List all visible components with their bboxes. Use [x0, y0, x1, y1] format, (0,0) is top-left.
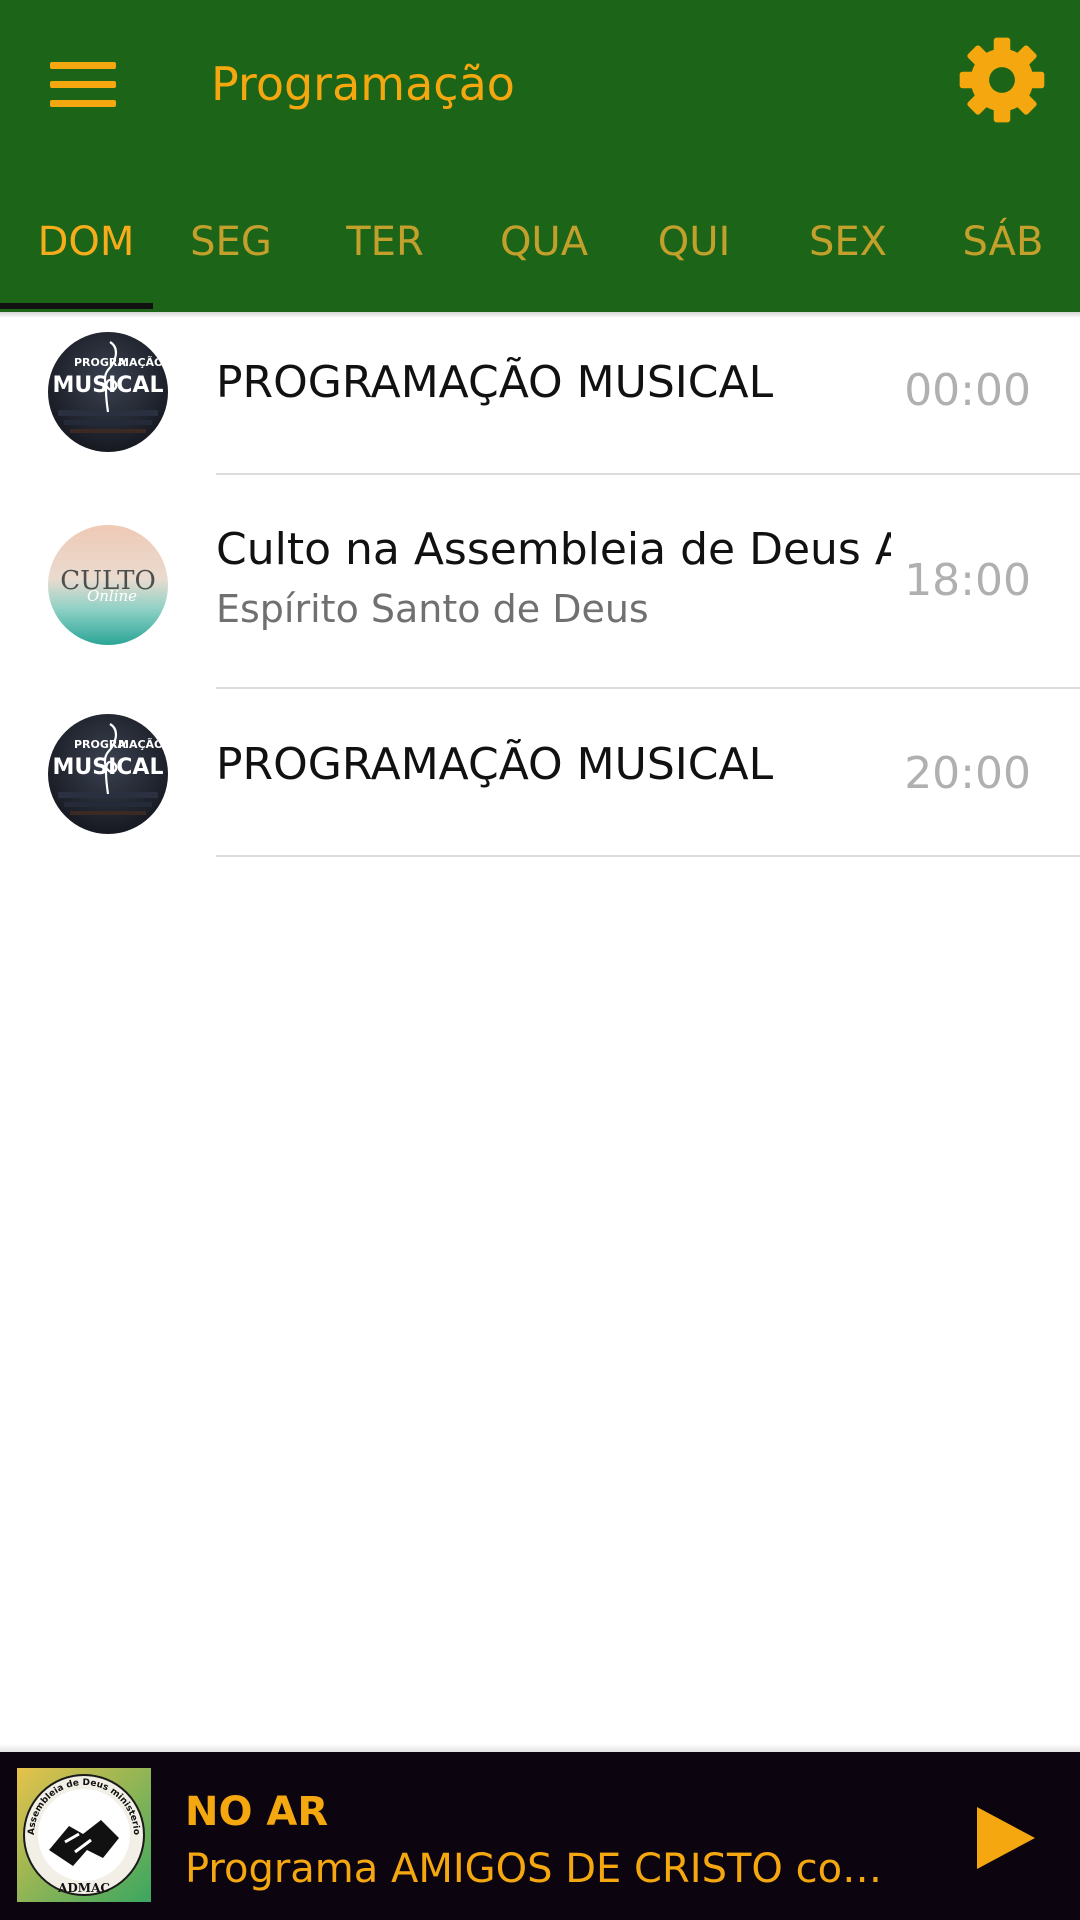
- program-thumbnail: PROGRA MAÇÃO MUSICAL: [48, 714, 168, 834]
- schedule-item[interactable]: CULTO Online Culto na Assembleia de Deus…: [0, 476, 1080, 690]
- on-air-label: NO AR: [185, 1789, 329, 1835]
- tab-qua[interactable]: QUA: [482, 204, 606, 312]
- tab-sex[interactable]: SEX: [786, 204, 910, 312]
- app-bar: Programação DOM SEG TER QUA QUI SEX SÁB: [0, 0, 1080, 312]
- now-playing-title: Programa AMIGOS DE CRISTO com...: [185, 1846, 915, 1892]
- station-logo: Assembleia de Deus ministerio Amigos de …: [17, 1768, 151, 1902]
- program-thumbnail: PROGRA MAÇÃO MUSICAL: [48, 332, 168, 452]
- divider: [216, 473, 1080, 475]
- program-time: 18:00: [904, 555, 1031, 606]
- tab-dom[interactable]: DOM: [8, 204, 164, 312]
- tab-ter[interactable]: TER: [323, 204, 447, 312]
- settings-button[interactable]: [954, 32, 1050, 128]
- svg-text:MAÇÃO: MAÇÃO: [118, 738, 163, 751]
- divider: [216, 687, 1080, 689]
- active-tab-indicator: [0, 303, 153, 309]
- play-icon: [977, 1807, 1035, 1869]
- hamburger-menu-icon: [50, 61, 116, 69]
- svg-text:MUSICAL: MUSICAL: [53, 755, 164, 780]
- program-subtitle: Espírito Santo de Deus: [216, 587, 649, 631]
- svg-text:ADMAC: ADMAC: [57, 1881, 110, 1895]
- svg-text:MUSICAL: MUSICAL: [53, 373, 164, 398]
- program-title: PROGRAMAÇÃO MUSICAL: [216, 357, 774, 408]
- menu-button[interactable]: [42, 46, 126, 122]
- program-thumbnail: CULTO Online: [48, 525, 168, 645]
- gear-icon: [959, 37, 1045, 123]
- tab-sab[interactable]: SÁB: [941, 204, 1065, 312]
- day-tabs: DOM SEG TER QUA QUI SEX SÁB: [0, 204, 1080, 312]
- page-title: Programação: [211, 57, 515, 111]
- mini-player[interactable]: Assembleia de Deus ministerio Amigos de …: [0, 1752, 1080, 1920]
- tab-qui[interactable]: QUI: [632, 204, 756, 312]
- play-button[interactable]: [958, 1792, 1050, 1884]
- divider: [216, 855, 1080, 857]
- program-title: PROGRAMAÇÃO MUSICAL: [216, 739, 774, 790]
- svg-text:MAÇÃO: MAÇÃO: [118, 356, 163, 369]
- program-time: 20:00: [904, 748, 1031, 799]
- tab-seg[interactable]: SEG: [169, 204, 293, 312]
- program-time: 00:00: [904, 365, 1031, 416]
- schedule-item[interactable]: PROGRA MAÇÃO MUSICAL PROGRAMAÇÃO MUSICAL…: [0, 690, 1080, 858]
- svg-text:Online: Online: [87, 587, 137, 605]
- schedule-item[interactable]: PROGRA MAÇÃO MUSICAL PROGRAMAÇÃO MUSICAL…: [0, 318, 1080, 476]
- program-title: Culto na Assembleia de Deus Amigos de Cr…: [216, 524, 891, 575]
